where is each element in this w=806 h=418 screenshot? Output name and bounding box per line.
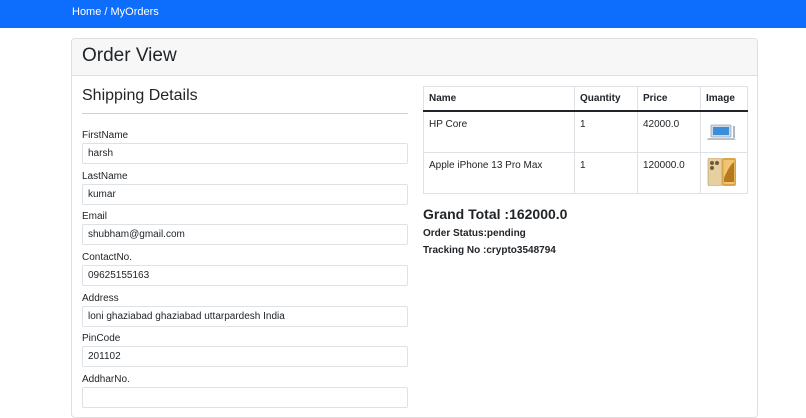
email-label: Email	[82, 211, 108, 222]
item-image-cell	[700, 110, 748, 153]
aadhar-label: AddharNo.	[82, 374, 130, 385]
item-name: Apple iPhone 13 Pro Max	[423, 152, 575, 194]
laptop-image	[707, 124, 736, 140]
shipping-details-title: Shipping Details	[82, 87, 198, 104]
breadcrumb-separator: /	[101, 6, 111, 18]
iphone-image	[707, 158, 736, 186]
breadcrumb-home-link[interactable]: Home	[72, 6, 101, 18]
column-header-image: Image	[700, 86, 748, 112]
tracking-number: Tracking No :crypto3548794	[423, 245, 556, 256]
item-price: 120000.0	[637, 152, 701, 194]
item-price: 42000.0	[637, 110, 701, 153]
item-quantity: 1	[574, 110, 638, 153]
pincode-label: PinCode	[82, 333, 121, 344]
aadhar-field[interactable]	[82, 387, 408, 408]
pincode-field[interactable]	[82, 346, 408, 367]
lastname-label: LastName	[82, 171, 128, 182]
item-name: HP Core	[423, 110, 575, 153]
card-header: Order View	[72, 39, 757, 76]
table-row: HP Core 1 42000.0	[423, 110, 748, 153]
order-items-table: Name Quantity Price Image HP Core 1 4200…	[423, 86, 748, 194]
firstname-label: FirstName	[82, 130, 129, 141]
breadcrumb-myorders-link[interactable]: MyOrders	[111, 6, 159, 18]
column-header-name: Name	[423, 86, 575, 112]
table-row: Apple iPhone 13 Pro Max 1 120000.0	[423, 152, 748, 194]
item-quantity: 1	[574, 152, 638, 194]
lastname-field[interactable]	[82, 184, 408, 205]
contact-label: ContactNo.	[82, 252, 133, 263]
column-header-price: Price	[637, 86, 701, 112]
email-field[interactable]	[82, 224, 408, 245]
order-view-card: Order View Shipping Details FirstName La…	[71, 38, 758, 418]
top-navbar: Home / MyOrders	[0, 0, 806, 28]
address-label: Address	[82, 293, 119, 304]
section-divider	[82, 113, 408, 114]
table-header-row: Name Quantity Price Image	[423, 86, 748, 112]
item-image-cell	[700, 152, 748, 194]
contact-field[interactable]	[82, 265, 408, 286]
firstname-field[interactable]	[82, 143, 408, 164]
page-title: Order View	[82, 45, 177, 66]
address-field[interactable]	[82, 306, 408, 327]
column-header-quantity: Quantity	[574, 86, 638, 112]
grand-total: Grand Total :162000.0	[423, 206, 568, 222]
order-status: Order Status:pending	[423, 228, 526, 239]
breadcrumb: Home / MyOrders	[72, 6, 159, 18]
